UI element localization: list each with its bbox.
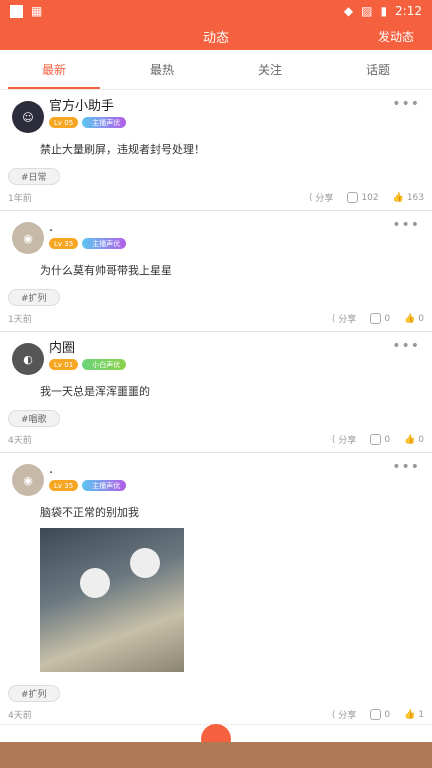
topic-tag[interactable]: #日常 xyxy=(8,168,60,185)
level-badge: Lv 01 xyxy=(49,359,79,370)
avatar[interactable]: ☺ xyxy=(12,101,44,133)
comment-button[interactable]: 0 xyxy=(370,313,390,324)
post-content: 禁止大量刷屏，违规者封号处理！ xyxy=(40,143,205,156)
penguin-eye xyxy=(130,548,160,578)
avatar[interactable]: ◉ xyxy=(12,222,44,254)
comment-icon xyxy=(370,313,382,324)
role-badge: 主播声优 xyxy=(82,238,127,249)
battery-icon: ▮ xyxy=(380,4,388,18)
page-title: 动态 xyxy=(202,30,229,46)
role-badge: 主播声优 xyxy=(82,117,127,128)
bottom-overlay-bar xyxy=(0,742,432,768)
topic-tag[interactable]: #唱歌 xyxy=(8,410,60,427)
signal-icon: ▨ xyxy=(361,4,373,18)
comment-button[interactable]: 0 xyxy=(370,434,390,445)
more-options-icon[interactable]: ••• xyxy=(392,217,420,233)
avatar[interactable]: ◐ xyxy=(12,343,44,375)
like-button[interactable]: 👍 163 xyxy=(393,193,424,203)
tab-topics[interactable]: 话题 xyxy=(324,50,432,89)
post-card: ◉ . Lv 35 主播声优 ••• 为什么莫有帅哥带我上星星 #扩列 1天前 … xyxy=(0,211,432,332)
app-grid-icon: ▦ xyxy=(31,4,43,18)
username[interactable]: . xyxy=(49,461,424,479)
level-badge: Lv 05 xyxy=(49,117,79,128)
topic-tag[interactable]: #扩列 xyxy=(8,685,60,702)
more-options-icon[interactable]: ••• xyxy=(392,96,420,112)
comment-button[interactable]: 102 xyxy=(347,192,379,203)
thumbs-up-icon: 👍 xyxy=(392,192,404,203)
post-time: 4天前 xyxy=(8,436,32,446)
thumbs-up-icon: 👍 xyxy=(404,434,416,445)
thumbs-up-icon: 👍 xyxy=(404,709,416,720)
post-time: 1天前 xyxy=(8,315,32,325)
comment-icon xyxy=(370,709,382,720)
like-button[interactable]: 👍 0 xyxy=(404,314,424,324)
post-image[interactable] xyxy=(40,528,184,672)
share-icon: ⟨ xyxy=(308,192,313,203)
like-button[interactable]: 👍 0 xyxy=(404,435,424,445)
avatar[interactable]: ◉ xyxy=(12,464,44,496)
role-badge: 小白声优 xyxy=(82,359,127,370)
post-content: 为什么莫有帅哥带我上星星 xyxy=(40,264,172,277)
share-button[interactable]: ⟨ 分享 xyxy=(331,708,357,722)
username[interactable]: 官方小助手 xyxy=(49,98,424,116)
comment-button[interactable]: 0 xyxy=(370,709,390,720)
post-card: ☺ 官方小助手 Lv 05 主播声优 ••• 禁止大量刷屏，违规者封号处理！ #… xyxy=(0,90,432,211)
thumbs-up-icon: 👍 xyxy=(404,313,416,324)
tab-following[interactable]: 关注 xyxy=(216,50,324,89)
post-card: ◐ 内圈 Lv 01 小白声优 ••• 我一天总是浑浑噩噩的 #唱歌 4天前 ⟨… xyxy=(0,332,432,453)
topic-tag[interactable]: #扩列 xyxy=(8,289,60,306)
wifi-icon: ◆ xyxy=(343,4,354,18)
share-button[interactable]: ⟨ 分享 xyxy=(308,191,334,205)
username[interactable]: . xyxy=(49,219,424,237)
post-time: 4天前 xyxy=(8,711,32,721)
post-time: 1年前 xyxy=(8,194,32,204)
tab-latest[interactable]: 最新 xyxy=(0,50,108,89)
post-dynamic-button[interactable]: 发动态 xyxy=(378,28,414,45)
username[interactable]: 内圈 xyxy=(49,340,424,358)
share-icon: ⟨ xyxy=(331,709,336,720)
post-content: 脑袋不正常的别加我 xyxy=(40,506,139,519)
more-options-icon[interactable]: ••• xyxy=(392,459,420,475)
post-content: 我一天总是浑浑噩噩的 xyxy=(40,385,150,398)
clock: 2:12 xyxy=(395,4,422,18)
share-button[interactable]: ⟨ 分享 xyxy=(331,312,357,326)
role-badge: 主播声优 xyxy=(82,480,127,491)
level-badge: Lv 35 xyxy=(49,238,79,249)
tab-bar: 最新 最热 关注 话题 xyxy=(0,50,432,90)
comment-icon xyxy=(370,434,382,445)
more-options-icon[interactable]: ••• xyxy=(392,338,420,354)
status-bar: ▦ ◆ ▨ ▮ 2:12 xyxy=(0,0,432,22)
like-button[interactable]: 👍 1 xyxy=(404,710,424,720)
comment-icon xyxy=(347,192,359,203)
share-button[interactable]: ⟨ 分享 xyxy=(331,433,357,447)
post-card: ◉ . Lv 35 主播声优 ••• 脑袋不正常的别加我 #扩列 4天前 ⟨ 分享… xyxy=(0,453,432,728)
level-badge: Lv 35 xyxy=(49,480,79,491)
app-bar: 动态 发动态 xyxy=(0,22,432,50)
feed: ☺ 官方小助手 Lv 05 主播声优 ••• 禁止大量刷屏，违规者封号处理！ #… xyxy=(0,90,432,732)
penguin-eye xyxy=(80,568,110,598)
tab-hottest[interactable]: 最热 xyxy=(108,50,216,89)
share-icon: ⟨ xyxy=(331,434,336,445)
notification-icon xyxy=(10,4,23,18)
share-icon: ⟨ xyxy=(331,313,336,324)
